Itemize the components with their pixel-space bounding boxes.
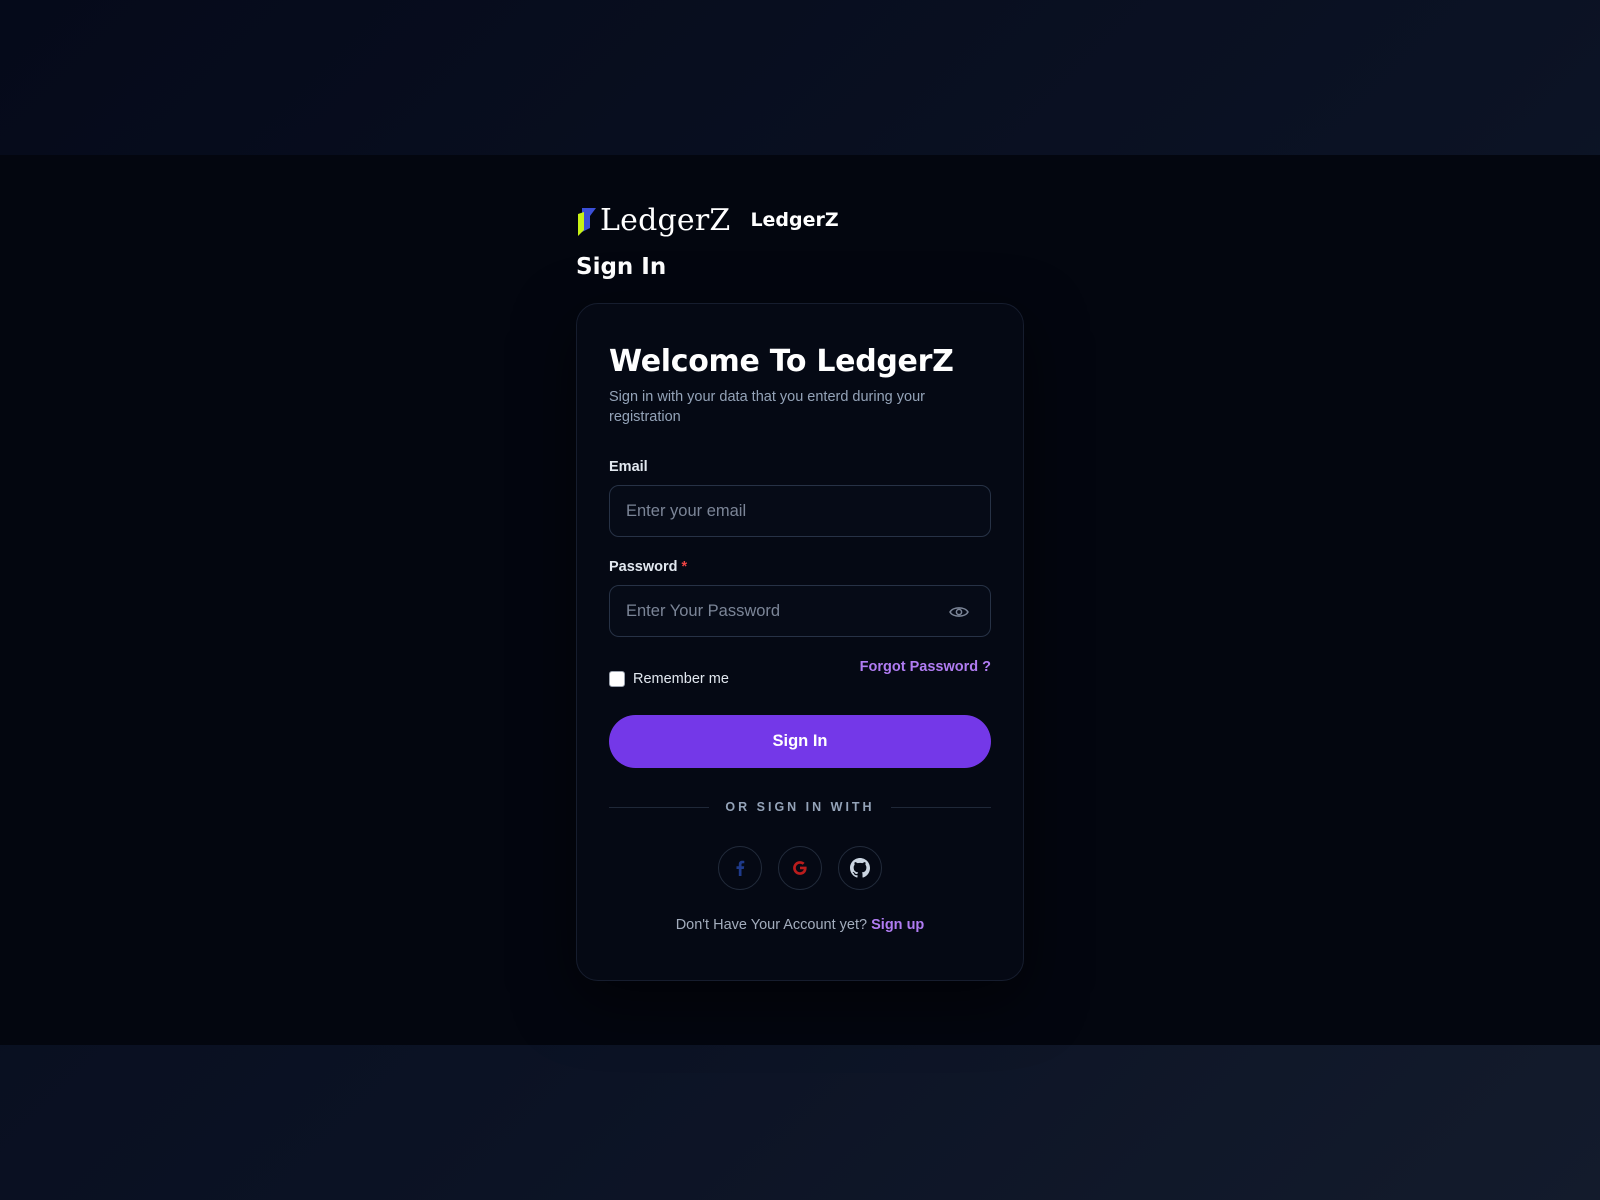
social-divider: OR SIGN IN WITH (609, 800, 992, 814)
welcome-subtitle: Sign in with your data that you enterd d… (609, 389, 925, 425)
sign-in-button[interactable]: Sign In (609, 715, 991, 768)
required-asterisk: * (681, 559, 688, 575)
remember-me-label: Remember me (633, 671, 729, 687)
page-title: Sign In (576, 254, 667, 280)
social-buttons (609, 846, 991, 890)
signup-prompt-text: Don't Have Your Account yet? (675, 917, 868, 933)
remember-me-checkbox[interactable] (609, 671, 625, 687)
github-login-button[interactable] (838, 846, 882, 890)
password-label: Password (609, 559, 678, 575)
show-password-eye-icon[interactable] (948, 602, 970, 622)
facebook-login-button[interactable] (718, 846, 762, 890)
password-input[interactable] (610, 586, 990, 636)
signin-card: Welcome To LedgerZ Sign in with your dat… (576, 303, 1024, 981)
facebook-icon (736, 860, 745, 876)
forgot-password-link[interactable]: Forgot Password ? (860, 659, 991, 675)
email-input-wrapper (609, 485, 991, 537)
email-input[interactable] (610, 486, 990, 536)
brand-logo: LedgerZ (576, 203, 730, 238)
divider-line-right (890, 806, 992, 808)
github-icon (850, 858, 870, 878)
signup-prompt: Don't Have Your Account yet? Sign up (609, 917, 991, 933)
remember-me[interactable]: Remember me (609, 671, 729, 687)
divider-label: OR SIGN IN WITH (725, 800, 875, 814)
logo-mark-icon (578, 208, 596, 236)
password-input-wrapper (609, 585, 991, 637)
brand-name: LedgerZ (750, 209, 839, 231)
welcome-heading: Welcome To LedgerZ (609, 344, 954, 379)
divider-line-left (609, 806, 710, 808)
google-login-button[interactable] (778, 846, 822, 890)
email-label: Email (609, 459, 648, 475)
remember-forgot-row: Remember me Forgot Password ? (609, 659, 991, 691)
logo-wordmark: LedgerZ (600, 202, 731, 238)
sign-up-link[interactable]: Sign up (871, 917, 924, 933)
email-field-group: Email (609, 459, 991, 537)
signin-container: LedgerZ LedgerZ Sign In Welcome To Ledge… (576, 196, 1024, 981)
google-icon (793, 861, 807, 875)
brand-header: LedgerZ LedgerZ (576, 196, 1024, 244)
password-field-group: Password * (609, 559, 991, 637)
password-label-row: Password * (609, 559, 991, 575)
